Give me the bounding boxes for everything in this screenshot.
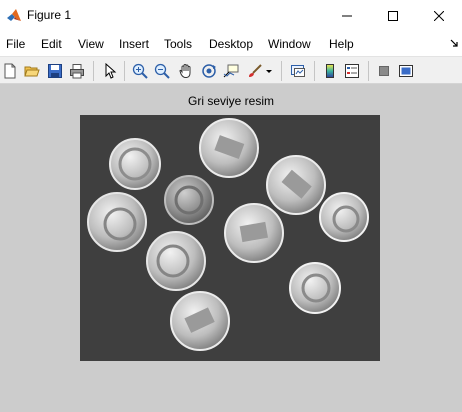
- menu-edit[interactable]: Edit: [41, 37, 62, 51]
- toolbar-separator: [93, 61, 94, 81]
- toolbar-separator: [124, 61, 125, 81]
- coin: [164, 175, 214, 225]
- chevron-down-icon: [266, 70, 272, 73]
- zoom-in-button[interactable]: [130, 61, 150, 81]
- window-title: Figure 1: [27, 8, 72, 22]
- menu-desktop[interactable]: Desktop: [209, 37, 253, 51]
- brush-icon: [249, 64, 262, 77]
- figure-canvas: Gri seviye resim: [0, 84, 462, 412]
- coin: [289, 262, 341, 314]
- save-button[interactable]: [45, 61, 65, 81]
- axes-title: Gri seviye resim: [187, 94, 274, 108]
- minimize-icon: [342, 15, 352, 17]
- zoom-out-icon: [154, 63, 170, 79]
- menu-tools[interactable]: Tools: [164, 37, 192, 51]
- coin: [319, 192, 369, 242]
- open-file-icon: [24, 66, 40, 77]
- menu-bar: File Edit View Insert Tools Desktop Wind…: [0, 32, 462, 56]
- close-button[interactable]: [416, 0, 462, 32]
- coin: [266, 155, 326, 215]
- colorbar-button[interactable]: [320, 61, 340, 81]
- open-file-button[interactable]: [22, 61, 42, 81]
- figure-toolbar: [0, 56, 462, 84]
- rotate-3d-button[interactable]: [199, 61, 219, 81]
- legend-button[interactable]: [342, 61, 362, 81]
- coin: [109, 138, 161, 190]
- rotate-3d-icon: [202, 64, 216, 78]
- coin: [224, 203, 284, 263]
- menu-insert[interactable]: Insert: [119, 37, 149, 51]
- pan-icon: [179, 63, 191, 79]
- toolbar-separator: [314, 61, 315, 81]
- coin: [146, 231, 206, 291]
- legend-icon: [345, 64, 359, 78]
- grayscale-coins-image[interactable]: [80, 115, 380, 361]
- maximize-button[interactable]: [370, 0, 416, 32]
- new-figure-icon: [4, 63, 16, 79]
- toolbar-separator: [281, 61, 282, 81]
- show-plot-tools-button[interactable]: [396, 61, 416, 81]
- print-icon: [70, 64, 84, 79]
- hide-plot-tools-icon: [379, 66, 389, 76]
- menu-file[interactable]: File: [6, 37, 25, 51]
- brush-dropdown[interactable]: [263, 61, 275, 81]
- link-plot-icon: [291, 65, 305, 77]
- close-icon: [434, 11, 444, 21]
- pan-button[interactable]: [176, 61, 196, 81]
- coin: [170, 291, 230, 351]
- minimize-button[interactable]: [324, 0, 370, 32]
- edit-plot-button[interactable]: [100, 61, 120, 81]
- new-figure-button[interactable]: [0, 61, 20, 81]
- menu-view[interactable]: View: [78, 37, 104, 51]
- toolbar-separator: [368, 61, 369, 81]
- menu-help[interactable]: Help: [329, 37, 354, 51]
- brush-button[interactable]: [245, 61, 265, 81]
- zoom-out-button[interactable]: [152, 61, 172, 81]
- maximize-icon: [388, 11, 398, 21]
- data-cursor-button[interactable]: [221, 61, 241, 81]
- hide-plot-tools-button[interactable]: [374, 61, 394, 81]
- coin: [87, 192, 147, 252]
- colorbar-icon: [326, 64, 334, 78]
- link-plot-button[interactable]: [288, 61, 308, 81]
- matlab-logo-icon[interactable]: [6, 8, 22, 24]
- zoom-in-icon: [132, 63, 148, 79]
- print-button[interactable]: [67, 61, 87, 81]
- data-cursor-icon: [223, 64, 239, 78]
- dock-arrow-icon[interactable]: [449, 38, 459, 48]
- coin: [199, 118, 259, 178]
- title-bar: Figure 1: [0, 0, 462, 32]
- show-plot-tools-icon: [399, 65, 413, 77]
- edit-plot-icon: [105, 63, 117, 79]
- menu-window[interactable]: Window: [268, 37, 311, 51]
- save-icon: [48, 64, 62, 78]
